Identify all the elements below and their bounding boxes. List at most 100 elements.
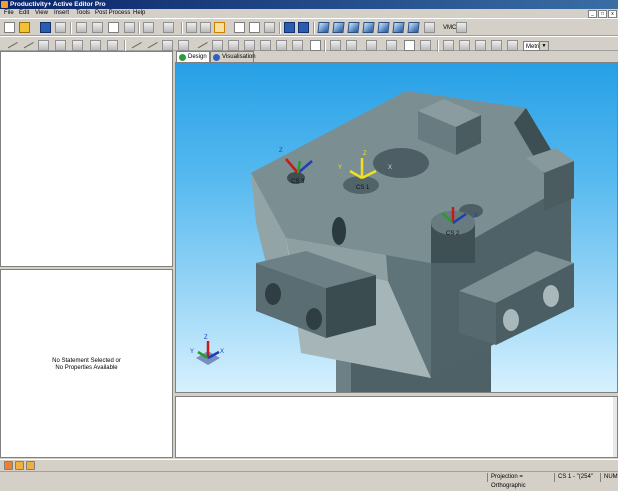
view-front-cube-icon[interactable] [347,22,360,33]
print-icon[interactable] [55,22,66,33]
menu-tools[interactable]: Tools [76,9,90,18]
render-mode-icon[interactable] [424,22,435,33]
view-bottom-cube-icon[interactable] [407,22,420,33]
align-left-icon[interactable] [443,40,454,51]
cs1-z-label: Z [363,151,367,157]
cs1-y-label: Y [338,165,342,171]
tab-design-label: Design [188,54,207,60]
menu-file[interactable]: File [4,9,14,18]
tab-visualisation[interactable]: Visualisation [210,51,256,62]
fillet-tool-icon[interactable] [212,40,223,51]
maximize-button[interactable]: □ [598,10,607,18]
surface-tool-icon[interactable] [260,40,271,51]
undo-icon[interactable] [143,22,154,33]
measure-tool-icon[interactable] [330,40,341,51]
cs1-label: CS 1 [356,185,370,191]
polyline-tool-icon[interactable] [21,37,34,49]
solid-tool-icon[interactable] [276,40,287,51]
zoom-icon[interactable] [264,22,275,33]
align-center-icon[interactable] [459,40,470,51]
menu-edit[interactable]: Edit [19,9,29,18]
menu-help[interactable]: Help [133,9,145,18]
chevron-down-icon: ▼ [539,42,548,50]
view-back-cube-icon[interactable] [392,22,405,33]
machine-label: VMC [443,25,457,31]
simulate-icon[interactable] [4,461,13,470]
pointer-tool-icon[interactable] [200,22,211,33]
shape-tool-icon[interactable] [90,40,101,51]
eraser-tool-icon[interactable] [107,40,118,51]
lug-left-hole-2 [306,308,322,330]
curve-tool-icon[interactable] [72,40,83,51]
open-folder-icon[interactable] [19,22,30,33]
properties-message-line1: No Statement Selected or [52,358,121,364]
copy-icon[interactable] [92,22,103,33]
window-view-icon[interactable] [249,22,260,33]
axes-tool-icon[interactable] [214,22,225,33]
view-right-cube-icon[interactable] [362,22,375,33]
group-tool-icon[interactable] [366,40,377,51]
close-button[interactable]: x [608,10,617,18]
units-select[interactable]: Metric ▼ [523,41,549,51]
notes-icon[interactable] [310,40,321,51]
cs2-x-label: X [474,213,478,219]
distribute-icon[interactable] [491,40,502,51]
report-icon[interactable] [404,40,415,51]
align-right-icon[interactable] [475,40,486,51]
cs3-z-label: Z [279,148,283,154]
design-viewport[interactable]: Z CS 3 Z Y X CS 1 X CS 2 Z Y X [175,62,618,393]
snap-tool-icon[interactable] [346,40,357,51]
cut-solid-tool-icon[interactable] [292,40,303,51]
save-icon[interactable] [40,22,51,33]
chamfer-tool-icon[interactable] [195,37,208,49]
paste-icon[interactable] [108,22,119,33]
status-projection: Projection = Orthographic [487,473,554,489]
extend-tool-icon[interactable] [145,37,158,49]
separator [279,22,281,34]
layout-view-icon[interactable] [234,22,245,33]
redo-icon[interactable] [163,22,174,33]
line-tool-icon[interactable] [5,37,18,49]
box-tool-icon[interactable] [178,40,189,51]
sketch-tool-icon[interactable] [186,22,197,33]
cs1-x-label: X [388,165,392,171]
triad-z-label: Z [204,335,208,341]
view-iso-cube-icon[interactable] [317,22,330,33]
separator [181,22,183,34]
cut-icon[interactable] [76,22,87,33]
view-triad: Z Y X [190,335,224,365]
menu-insert[interactable]: Insert [54,9,69,18]
rotate-icon[interactable] [284,22,295,33]
import-icon[interactable] [420,40,431,51]
mirror-tool-icon[interactable] [228,40,239,51]
edit-tool-icon[interactable] [26,461,35,470]
lug-right-hole-2 [543,285,559,307]
spacing-icon[interactable] [507,40,518,51]
program-tree-panel[interactable] [0,51,173,267]
machine-dropdown-icon[interactable] [456,22,467,33]
offset-tool-icon[interactable] [162,40,173,51]
new-file-icon[interactable] [4,22,15,33]
output-panel[interactable] [175,396,618,458]
verify-icon[interactable] [15,461,24,470]
menu-bar: File Edit View Insert Tools Post Process… [0,9,618,18]
separator [138,22,140,34]
cs3-label: CS 3 [291,179,305,185]
pattern-tool-icon[interactable] [244,40,255,51]
menu-post-process[interactable]: Post Process [95,9,130,18]
rectangle-tool-icon[interactable] [55,40,66,51]
delete-icon[interactable] [124,22,135,33]
minimize-button[interactable]: _ [588,10,597,18]
trim-tool-icon[interactable] [129,37,142,49]
separator [324,40,326,52]
view-top-cube-icon[interactable] [332,22,345,33]
output-scrollbar[interactable] [613,397,617,457]
menu-view[interactable]: View [35,9,48,18]
app-icon [1,1,8,8]
cs2-label: CS 2 [446,231,460,237]
arc-tool-icon[interactable] [38,40,49,51]
layer-tool-icon[interactable] [386,40,397,51]
pan-icon[interactable] [298,22,309,33]
view-left-cube-icon[interactable] [377,22,390,33]
status-coordinate-system: CS 1 - "(254" [554,473,600,482]
